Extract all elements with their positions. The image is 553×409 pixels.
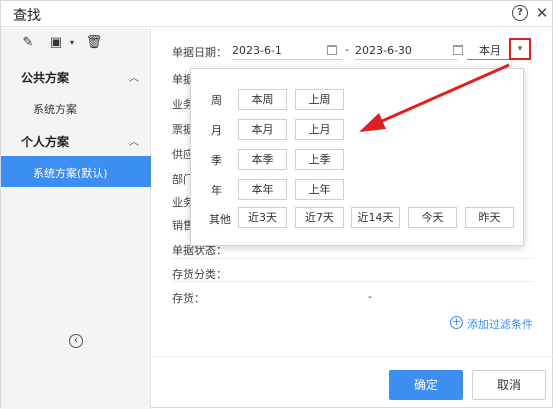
last-quarter-option[interactable]: 上季 [295, 149, 344, 170]
period-select[interactable]: 本月 [467, 42, 513, 60]
last-year-option[interactable]: 上年 [295, 179, 344, 200]
yesterday-option[interactable]: 昨天 [465, 207, 514, 228]
scheme-item-default[interactable]: 系统方案(默认) [1, 156, 151, 187]
delete-icon[interactable]: 🗑 [85, 34, 103, 52]
add-filter-link[interactable]: 添加过滤条件 [467, 316, 533, 332]
divider [172, 281, 534, 282]
sidebar-toolbar: ✎ ▣ ▾ 🗑 [1, 28, 151, 58]
month-label: 月 [211, 124, 222, 137]
this-week-option[interactable]: 本周 [238, 89, 287, 110]
find-dialog: 查找 ? ✕ ✎ ▣ ▾ 🗑 公共方案 ︿ 系统方案 个人方案 ︿ 系统方案(默… [0, 0, 553, 409]
year-label: 年 [211, 184, 222, 197]
cancel-button[interactable]: 取消 [472, 370, 546, 400]
scheme-item-system[interactable]: 系统方案 [1, 92, 151, 123]
add-circle-icon[interactable]: + [450, 316, 463, 329]
date-start-input[interactable]: 2023-6-1 [232, 42, 342, 60]
group-public[interactable]: 公共方案 ︿ [1, 62, 151, 90]
chevron-down-icon[interactable]: ▾ [509, 38, 531, 60]
this-year-option[interactable]: 本年 [238, 179, 287, 200]
this-month-option[interactable]: 本月 [238, 119, 287, 140]
scheme-item-label: 系统方案(默认) [33, 167, 108, 180]
today-option[interactable]: 今天 [408, 207, 457, 228]
category-label: 存货分类： [172, 268, 227, 281]
title-bar: 查找 ? ✕ [1, 1, 553, 27]
other-label: 其他 [209, 213, 231, 226]
this-quarter-option[interactable]: 本季 [238, 149, 287, 170]
date-end-input[interactable]: 2023-6-30 [355, 42, 457, 60]
save-dropdown-icon[interactable]: ▾ [63, 34, 81, 52]
week-label: 周 [211, 94, 222, 107]
quarter-label: 季 [211, 154, 222, 167]
group-label: 个人方案 [21, 135, 70, 149]
calendar-icon[interactable] [453, 45, 463, 55]
period-dropdown-popup: 周 本周 上周 月 本月 上月 季 本季 上季 年 本年 上年 其他 近3天 近… [190, 68, 524, 246]
last-week-option[interactable]: 上周 [295, 89, 344, 110]
edit-icon[interactable]: ✎ [19, 34, 37, 52]
chevron-up-icon: ︿ [129, 73, 139, 84]
collapse-left-icon[interactable]: ‹ [69, 334, 83, 348]
close-icon[interactable]: ✕ [534, 5, 550, 21]
date-label: 单据日期： [172, 46, 227, 59]
inventory-range-dash: - [368, 290, 372, 303]
chevron-up-icon: ︿ [129, 137, 139, 148]
filter-panel: 单据日期： 2023-6-1 - 2023-6-30 本月 ▾ 单据 业务 票据… [152, 28, 553, 409]
last-month-option[interactable]: 上月 [295, 119, 344, 140]
date-range-dash: - [345, 43, 349, 56]
last-7-days-option[interactable]: 近7天 [295, 207, 344, 228]
scheme-sidebar: ✎ ▣ ▾ 🗑 公共方案 ︿ 系统方案 个人方案 ︿ 系统方案(默认) ‹ [1, 28, 151, 409]
ok-button[interactable]: 确定 [389, 370, 463, 400]
scheme-item-label: 系统方案 [33, 103, 77, 116]
last-14-days-option[interactable]: 近14天 [351, 207, 400, 228]
footer-divider [152, 356, 553, 357]
group-personal[interactable]: 个人方案 ︿ [1, 126, 151, 154]
group-label: 公共方案 [21, 71, 70, 85]
last-3-days-option[interactable]: 近3天 [238, 207, 287, 228]
calendar-icon[interactable] [327, 45, 337, 55]
divider [172, 258, 534, 259]
help-icon[interactable]: ? [512, 5, 528, 21]
dialog-title: 查找 [13, 8, 41, 24]
inventory-label: 存货： [172, 292, 205, 305]
